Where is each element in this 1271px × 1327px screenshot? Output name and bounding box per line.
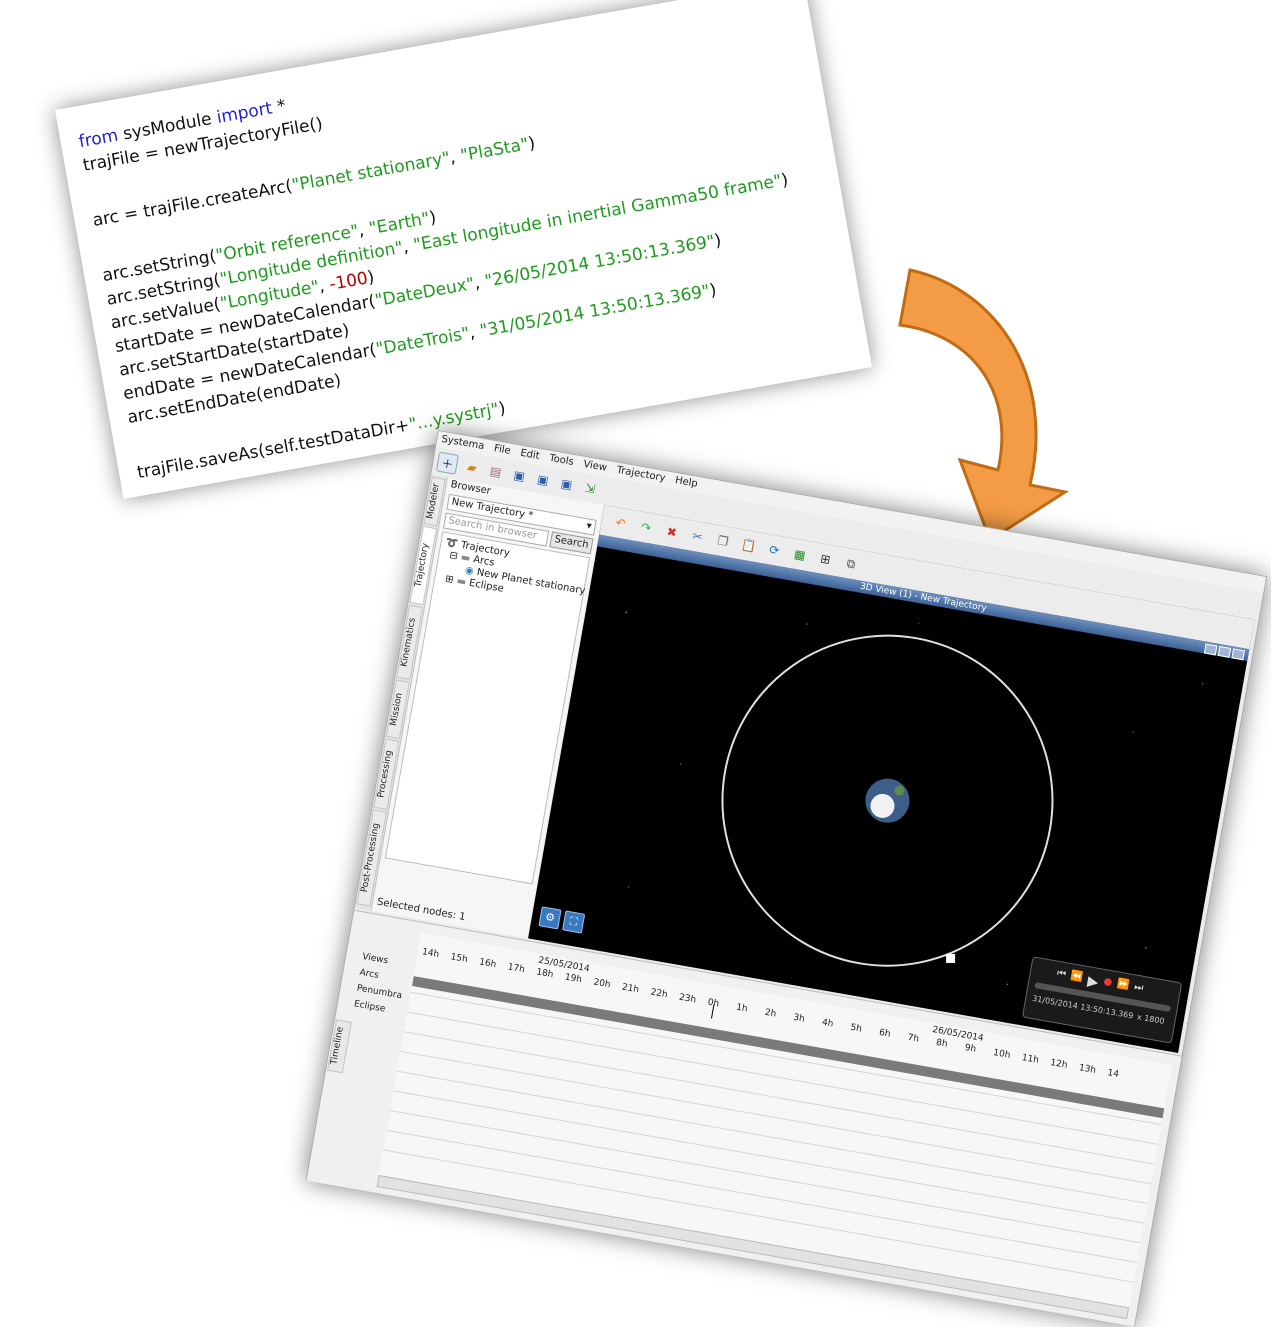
folder-icon: ▬: [459, 551, 472, 565]
timeline-tick: 1h: [735, 1002, 749, 1015]
menu-item-trajectory[interactable]: Trajectory: [615, 463, 667, 487]
timeline-gridline: [390, 1110, 1141, 1244]
undo-icon[interactable]: ↶: [610, 513, 631, 534]
timeline-row-labels: Views Arcs Penumbra Eclipse: [353, 949, 413, 1021]
folder-icon: ▬: [455, 575, 467, 589]
skip-start-icon[interactable]: ⏮: [1055, 968, 1067, 985]
timeline-tick: 14h: [421, 947, 440, 961]
timeline-tick: 8h: [935, 1037, 949, 1050]
open-folder-icon[interactable]: ▰: [462, 457, 483, 478]
timeline-tick: 3h: [792, 1012, 806, 1025]
menu-item-help[interactable]: Help: [674, 473, 699, 493]
delete-icon[interactable]: ✖: [661, 522, 682, 543]
step-forward-icon[interactable]: ⏩: [1115, 978, 1130, 996]
timeline-gridline: [400, 1050, 1152, 1185]
paste-icon[interactable]: 📋: [738, 535, 759, 556]
timeline-gridline: [383, 1149, 1134, 1283]
timeline-gridline: [407, 1011, 1158, 1145]
timeline-tick: 6h: [878, 1027, 892, 1040]
systema-app-window: Systema File Edit Tools View Trajectory Help ＋…: [305, 430, 1268, 1327]
timeline-tick: 21h: [621, 982, 640, 996]
record-icon[interactable]: ●: [1102, 976, 1114, 993]
skip-end-icon[interactable]: ⏭: [1132, 981, 1144, 998]
timeline-tick: 9h: [963, 1042, 977, 1055]
cut-icon[interactable]: ✂: [687, 526, 708, 547]
timeline-tick: 16h: [478, 957, 497, 971]
earth-icon: [865, 778, 910, 823]
menu-item-edit[interactable]: Edit: [519, 446, 541, 465]
timeline-tick: 4h: [821, 1017, 835, 1030]
fit-view-icon[interactable]: ⛶: [562, 910, 586, 934]
chevron-down-icon: ▾: [585, 520, 593, 533]
chart-icon[interactable]: ▦: [789, 544, 810, 565]
code-token: *: [270, 96, 288, 119]
timeline-tick: 18h: [535, 967, 555, 981]
redo-icon[interactable]: ↷: [636, 517, 657, 538]
timeline-tick: 17h: [506, 962, 526, 976]
timeline-tick: 20h: [592, 977, 612, 991]
timeline-tab[interactable]: Timeline: [327, 1019, 352, 1074]
play-icon[interactable]: ▶: [1086, 973, 1099, 991]
detach-icon[interactable]: ⧉: [841, 553, 862, 574]
timeline-tick: 23h: [678, 992, 697, 1006]
layout-icon[interactable]: ⊞: [815, 549, 836, 570]
timeline-tick: 12h: [1049, 1058, 1069, 1071]
save-all-icon[interactable]: ▣: [556, 474, 577, 495]
timeline-tick: 7h: [906, 1032, 920, 1045]
arc-icon: ◉: [464, 564, 475, 578]
step-back-icon[interactable]: ⏪: [1069, 970, 1084, 988]
timeline-tick: 11h: [1020, 1052, 1040, 1066]
curved-arrow-icon: [898, 268, 1069, 543]
python-script-card: from sysModule import * trajFile = newTra…: [55, 0, 873, 499]
copy-icon[interactable]: ❐: [713, 531, 734, 552]
refresh-icon[interactable]: ⟳: [764, 540, 785, 561]
collapse-icon: ⊟: [448, 549, 459, 563]
satellite-marker: [946, 953, 956, 963]
save-as-icon[interactable]: ▣: [532, 470, 553, 491]
menu-item-file[interactable]: File: [493, 441, 512, 460]
save-icon[interactable]: ▣: [509, 465, 530, 486]
code-block: from sysModule import * trajFile = newTra…: [77, 2, 870, 485]
timeline-tick: 10h: [992, 1047, 1012, 1061]
recent-file-icon[interactable]: ▤: [485, 461, 506, 482]
timeline-gridline: [403, 1031, 1155, 1165]
export-icon[interactable]: ⇲: [580, 478, 601, 499]
camera-settings-icon[interactable]: ⚙: [538, 906, 562, 930]
timeline-tick: 5h: [849, 1022, 863, 1035]
new-file-icon[interactable]: ＋: [435, 451, 459, 475]
timeline-tick: 22h: [649, 987, 669, 1001]
trajectory-icon: ➰: [444, 537, 459, 551]
timeline-tick: 2h: [763, 1007, 777, 1020]
timeline-tick: 15h: [449, 952, 469, 966]
timeline-tick: 0h: [706, 997, 720, 1010]
timeline-tick: 19h: [564, 972, 583, 986]
timeline-tick: 13h: [1078, 1063, 1097, 1076]
timeline-tick: 14: [1106, 1068, 1120, 1080]
expand-icon: ⊞: [444, 573, 455, 586]
playback-speed[interactable]: x 1800: [1136, 1012, 1165, 1026]
